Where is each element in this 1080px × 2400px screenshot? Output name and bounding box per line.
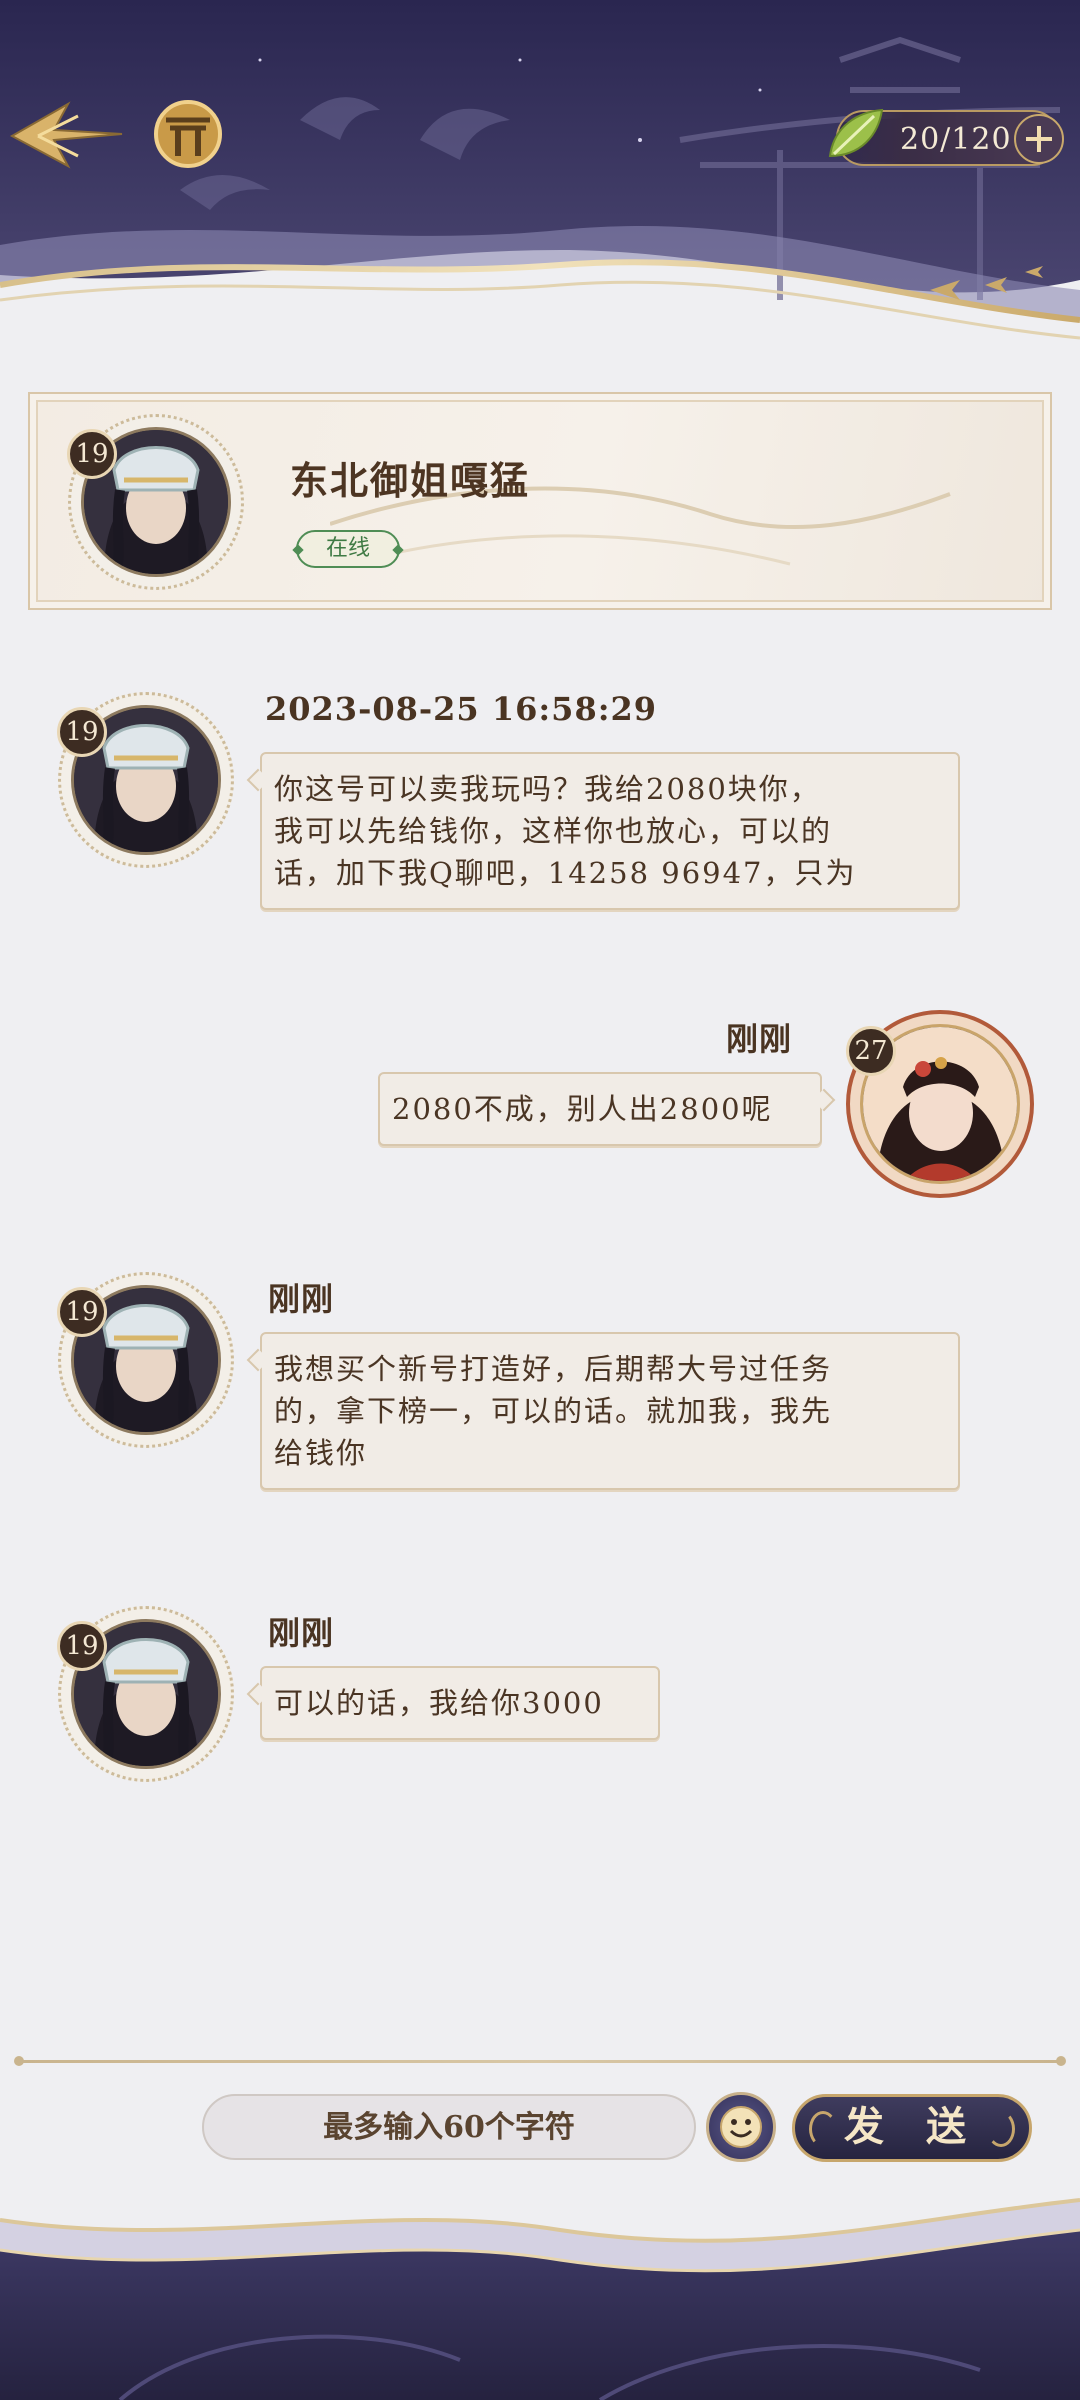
online-status-badge: 在线	[296, 530, 400, 568]
message-line: 给钱你	[274, 1436, 368, 1470]
message-line: 2080不成，别人出2800呢	[392, 1092, 773, 1126]
level-badge: 19	[67, 429, 117, 479]
back-button[interactable]	[8, 96, 126, 176]
message-bubble[interactable]: 我想买个新号打造好，后期帮大号过任务 的，拿下榜一，可以的话。就加我，我先 给钱…	[260, 1332, 960, 1490]
bottom-wave-decoration	[0, 2198, 1080, 2400]
sender-avatar[interactable]: 19	[57, 692, 234, 868]
send-button[interactable]: 发 送	[792, 2094, 1032, 2162]
message-line: 可以的话，我给你3000	[274, 1686, 604, 1720]
message-line: 话，加下我Q聊吧，14258 96947，只为	[274, 856, 857, 890]
message-input[interactable]	[202, 2094, 696, 2160]
plus-icon[interactable]	[1014, 114, 1064, 164]
leaf-icon	[828, 108, 884, 158]
level-badge: 27	[846, 1026, 896, 1076]
stamina-counter: 20/120	[828, 108, 1064, 166]
message-timestamp: 2023-08-25 16:58:29	[265, 690, 658, 728]
back-arrow-icon	[9, 101, 123, 169]
message-bubble[interactable]: 2080不成，别人出2800呢	[378, 1072, 822, 1146]
emoji-button[interactable]	[706, 2092, 776, 2162]
bottom-banner	[0, 2180, 1080, 2400]
ornament-left-icon	[809, 2111, 837, 2147]
send-label: 发 送	[844, 2103, 980, 2150]
sender-avatar[interactable]: 19	[57, 1606, 234, 1782]
message-bubble[interactable]: 可以的话，我给你3000	[260, 1666, 660, 1740]
shrine-gate-icon	[154, 100, 222, 168]
ornament-right-icon	[987, 2111, 1015, 2147]
level-badge: 19	[57, 707, 107, 757]
sender-avatar[interactable]: 19	[57, 1272, 234, 1448]
message-line: 的，拿下榜一，可以的话。就加我，我先	[274, 1394, 833, 1428]
avatar[interactable]: 19	[67, 414, 244, 590]
level-badge: 19	[57, 1621, 107, 1671]
smiley-icon	[720, 2106, 762, 2148]
message-timestamp: 刚刚	[268, 1614, 335, 1652]
night-sky-illustration	[0, 0, 1080, 350]
top-banner: 20/120	[0, 0, 1080, 350]
level-badge: 19	[57, 1287, 107, 1337]
my-avatar[interactable]: 27	[846, 1010, 1034, 1198]
message-line: 我可以先给钱你，这样你也放心，可以的	[274, 814, 833, 848]
profile-card: 19 东北御姐嘎猛 在线	[28, 392, 1052, 610]
shrine-button[interactable]	[150, 96, 226, 172]
message-line: 你这号可以卖我玩吗？我给2080块你，	[274, 772, 821, 806]
message-timestamp: 刚刚	[726, 1020, 793, 1058]
message-line: 我想买个新号打造好，后期帮大号过任务	[274, 1352, 833, 1386]
message-timestamp: 刚刚	[268, 1280, 335, 1318]
profile-name: 东北御姐嘎猛	[290, 458, 531, 503]
composer-divider	[14, 2056, 1066, 2066]
message-bubble[interactable]: 你这号可以卖我玩吗？我给2080块你， 我可以先给钱你，这样你也放心，可以的 话…	[260, 752, 960, 910]
stamina-count: 20/120	[900, 122, 1012, 157]
